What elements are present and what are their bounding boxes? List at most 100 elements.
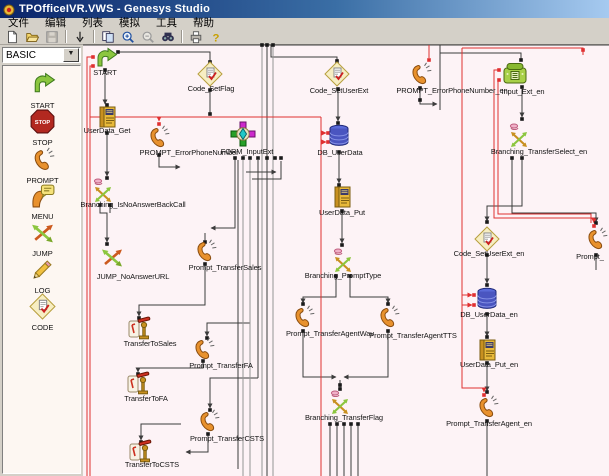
form-icon	[230, 121, 256, 147]
copy-button[interactable]	[98, 29, 118, 44]
palette-item-menu[interactable]: MENU	[3, 182, 82, 221]
node-label-transfertocsts: TransferToCSTS	[125, 460, 179, 469]
palette-item-start[interactable]: START	[3, 71, 82, 110]
palette-item-jump[interactable]: JUMP	[3, 219, 82, 258]
prompt-icon	[290, 304, 316, 330]
prompt-icon	[192, 238, 218, 264]
node-label-code-setflag: Code_SetFlag	[188, 84, 235, 93]
start-icon	[29, 85, 56, 102]
jump-icon	[29, 233, 56, 250]
toolbar-separator	[181, 30, 183, 43]
node-label-code-setuserext-en: Code_SetUserExt_en	[454, 249, 525, 258]
db-icon	[326, 123, 352, 149]
node-label-branching-transferflag: Branching_TransferFlag	[305, 413, 383, 422]
tool-palette: STARTSTOPSTOPPROMPTMENUJUMPLOG CODE	[2, 65, 81, 474]
branching-icon	[506, 122, 532, 148]
save-button	[42, 29, 62, 44]
prompt-icon	[583, 226, 609, 252]
node-label-prompt-transferfa: Prompt_TransferFA	[189, 361, 252, 370]
node-label-start: START	[93, 68, 116, 77]
node-label-userdata-get: UserData_Get	[84, 126, 131, 135]
node-label-jump-noanswerurl: JUMP_NoAnswerURL	[97, 272, 170, 281]
node-label-transfertofa: TransferToFA	[124, 394, 168, 403]
menu-item-3[interactable]: 模拟	[111, 18, 148, 29]
stop-icon: STOP	[29, 122, 56, 139]
svg-text:STOP: STOP	[35, 120, 51, 126]
jump-icon	[99, 244, 125, 270]
code-icon	[29, 307, 56, 324]
node-label-code-setuserext: Code_SetUserExt	[310, 86, 369, 95]
darr-icon	[73, 30, 87, 44]
palette-item-log[interactable]: LOG	[3, 256, 82, 295]
branching-icon	[330, 247, 356, 273]
node-label-input-ext-en: Input_Ext_en	[501, 87, 544, 96]
copy-icon	[101, 30, 115, 44]
print-button[interactable]	[186, 29, 206, 44]
node-label-prompt-right: Prompt_	[576, 252, 604, 261]
chevron-down-icon[interactable]: ▼	[63, 48, 79, 62]
help-icon: ?	[209, 30, 223, 44]
node-label-branching-prompttype: Branching_PromptType	[305, 271, 381, 280]
find-button[interactable]	[158, 29, 178, 44]
window-title: TPOfficeIVR.VWS - Genesys Studio	[19, 3, 210, 15]
save-icon	[45, 30, 59, 44]
print-icon	[189, 30, 203, 44]
palette-category-value: BASIC	[3, 50, 63, 61]
toolbar-separator	[93, 30, 95, 43]
menu-item-0[interactable]: 文件	[0, 18, 37, 29]
prompt-icon	[145, 124, 171, 150]
userdata-icon	[329, 184, 355, 210]
new-icon	[5, 30, 19, 44]
prompt-icon	[190, 336, 216, 362]
node-label-form-inputext: FORM_InputExt	[221, 147, 273, 156]
download-arrow-button[interactable]	[70, 29, 90, 44]
node-label-userdata-put: UserData_Put	[319, 208, 365, 217]
palette-item-stop[interactable]: STOPSTOP	[3, 108, 82, 147]
node-label-transfertosales: TransferToSales	[124, 339, 177, 348]
genesys-app-icon	[3, 3, 15, 15]
palette-item-label: CODE	[3, 323, 82, 332]
node-label-branching-transferselect-en: Branching_TransferSelect_en	[491, 147, 587, 156]
zoomin-icon	[121, 30, 135, 44]
node-label-prompt-transferagentwav: Prompt_TransferAgentWav	[286, 329, 374, 338]
menu-item-4[interactable]: 工具	[148, 18, 185, 29]
svg-text:?: ?	[213, 32, 220, 44]
log-icon	[29, 270, 56, 287]
node-label-branching-isnoanswerbackcall: Branching_IsNoAnswerBackCall	[80, 200, 185, 209]
menu-item-2[interactable]: 列表	[74, 18, 111, 29]
node-label-prompt-errorphonenumber-en: PROMPT_ErrorPhoneNumber_en	[396, 86, 507, 95]
help-button[interactable]: ?	[206, 29, 226, 44]
open-button[interactable]	[22, 29, 42, 44]
menu-item-1[interactable]: 编辑	[37, 18, 74, 29]
zoomout-icon	[141, 30, 155, 44]
zoom-out-button	[138, 29, 158, 44]
find-icon	[161, 30, 175, 44]
node-label-userdata-put-en: UserData_Put_en	[460, 360, 518, 369]
menu-icon	[29, 196, 56, 213]
node-label-db-userdata: DB_UserData	[317, 148, 362, 157]
node-label-db-userdata-en: DB_UserData_en	[460, 310, 517, 319]
node-label-prompt-transfercsts: Prompt_TransferCSTS	[190, 434, 264, 443]
prompt-icon	[375, 304, 401, 330]
palette-item-code[interactable]: CODE	[3, 293, 82, 332]
node-label-prompt-transferagenttts: Prompt_TransferAgentTTS	[369, 331, 456, 340]
new-button[interactable]	[2, 29, 22, 44]
toolbar: ?	[0, 29, 609, 45]
code-icon	[324, 61, 350, 87]
palette-category-select[interactable]: BASIC ▼	[2, 47, 81, 63]
node-label-prompt-transferagent-en: Prompt_TransferAgent_en	[446, 419, 532, 428]
branching-icon	[327, 389, 353, 415]
node-label-prompt-transfersales: Prompt_TransferSales	[189, 263, 262, 272]
menu-bar: 文件编辑列表模拟工具帮助	[0, 18, 609, 29]
menu-item-5[interactable]: 帮助	[185, 18, 222, 29]
db-icon	[474, 286, 500, 312]
prompt-icon	[195, 408, 221, 434]
open-icon	[25, 30, 39, 44]
title-bar: TPOfficeIVR.VWS - Genesys Studio	[0, 0, 609, 18]
prompt-icon	[474, 394, 500, 420]
inputext-icon	[502, 61, 528, 87]
toolbar-separator	[65, 30, 67, 43]
zoom-in-button[interactable]	[118, 29, 138, 44]
prompt-icon	[407, 61, 433, 87]
palette-item-prompt[interactable]: PROMPT	[3, 146, 82, 185]
